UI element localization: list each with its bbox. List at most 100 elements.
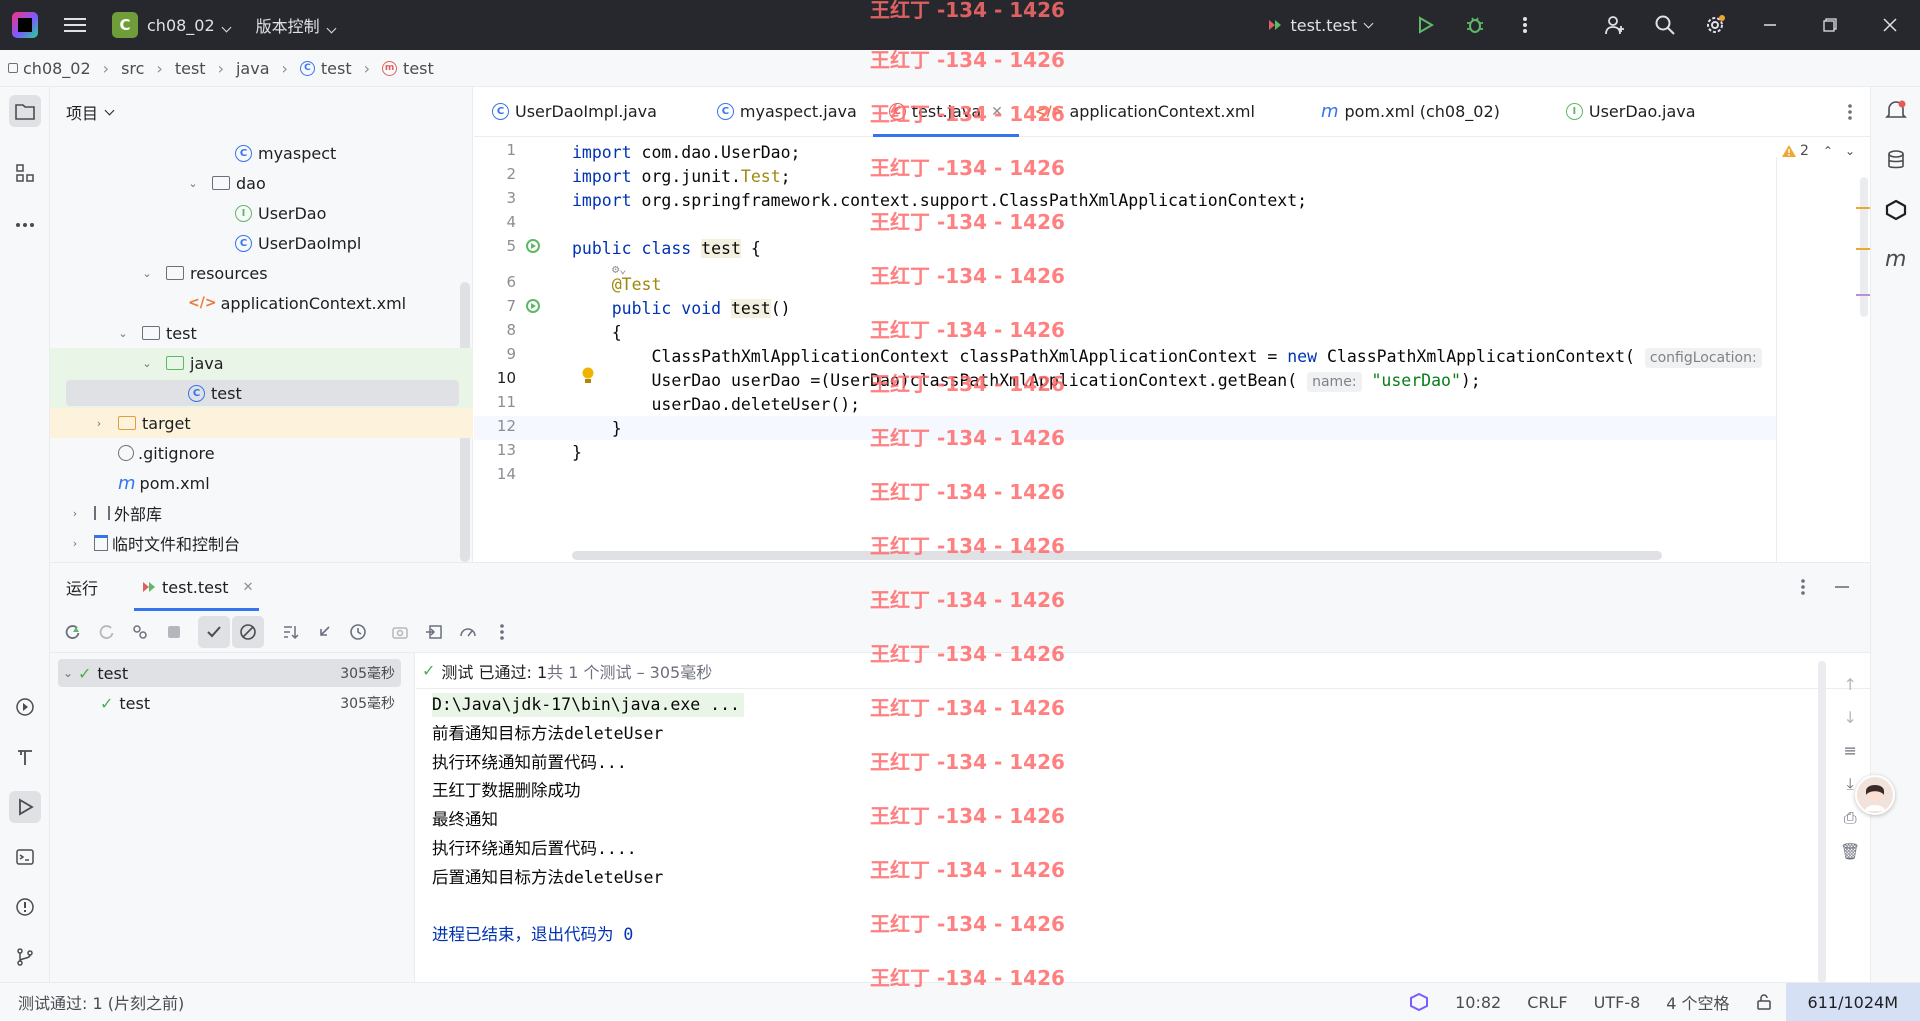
tab-myaspect[interactable]: Cmyaspect.java — [701, 87, 873, 137]
run-config-selector[interactable]: test.test — [1266, 16, 1374, 35]
tab-pom[interactable]: m pom.xml (ch08_02) — [1305, 87, 1516, 137]
tree-item[interactable]: › 外部库 — [50, 498, 473, 528]
breadcrumb-item[interactable]: test — [175, 59, 206, 78]
run-test-gutter-icon[interactable] — [524, 237, 544, 257]
file-encoding[interactable]: UTF-8 — [1594, 993, 1641, 1012]
debug-icon[interactable] — [1450, 0, 1500, 50]
breadcrumb-item[interactable]: test — [321, 59, 352, 78]
clear-all-icon[interactable]: 🗑 — [1840, 842, 1860, 861]
editor-scrollbar[interactable] — [1860, 177, 1868, 317]
indent-setting[interactable]: 4 个空格 — [1666, 990, 1729, 1014]
chevron-down-icon[interactable]: ⌄ — [58, 666, 78, 680]
test-history-icon[interactable] — [342, 616, 374, 648]
hide-panel-icon[interactable] — [1834, 585, 1850, 589]
more-actions-icon[interactable] — [486, 616, 518, 648]
close-tab-icon[interactable]: ✕ — [243, 580, 254, 595]
status-message[interactable]: 测试通过: 1 (片刻之前) — [18, 990, 184, 1014]
more-tools-icon[interactable] — [9, 209, 41, 241]
print-icon[interactable]: ⎙ — [1844, 808, 1857, 828]
chevron-right-icon[interactable]: › — [68, 537, 82, 550]
tree-item[interactable]: ⌄ dao — [50, 168, 473, 198]
warning-stripe-mark[interactable] — [1856, 207, 1870, 209]
build-tool-icon[interactable] — [9, 741, 41, 773]
test-suite-row[interactable]: ⌄ ✓ test 305毫秒 — [58, 659, 401, 687]
project-badge[interactable]: C — [112, 12, 138, 38]
chevron-down-icon[interactable]: ⌄ — [186, 177, 200, 190]
project-switcher[interactable]: ch08_02 — [147, 16, 232, 35]
chevron-down-icon[interactable]: ⌄ — [116, 327, 130, 340]
project-panel-header[interactable]: 项目 — [50, 87, 472, 137]
show-ignored-icon[interactable] — [232, 615, 264, 648]
soft-wrap-icon[interactable]: ≡ — [1843, 741, 1856, 760]
import-tests-icon[interactable] — [418, 616, 450, 648]
tree-item[interactable]: Cmyaspect — [50, 138, 473, 168]
toggle-auto-test-icon[interactable] — [124, 616, 156, 648]
tree-item[interactable]: I UserDao — [50, 198, 473, 228]
tree-item[interactable]: </> applicationContext.xml — [50, 288, 473, 318]
breadcrumb-item[interactable]: test — [403, 59, 434, 78]
stop-icon[interactable] — [158, 616, 190, 648]
tree-item[interactable]: ⌄ java — [50, 348, 473, 378]
avatar[interactable] — [1855, 775, 1895, 815]
close-tab-icon[interactable]: ✕ — [991, 104, 1003, 120]
tree-item[interactable]: C UserDaoImpl — [50, 228, 473, 258]
run-tool-icon[interactable] — [9, 791, 41, 823]
tree-item[interactable]: ⌄ test — [50, 318, 473, 348]
warning-stripe-mark[interactable] — [1856, 248, 1870, 250]
tab-userdaoimpl[interactable]: C UserDaoImpl.java — [474, 87, 673, 137]
close-window-icon[interactable] — [1860, 0, 1920, 50]
add-user-icon[interactable] — [1590, 0, 1640, 50]
chevron-up-icon[interactable]: ⌃ — [1823, 144, 1833, 158]
terminal-tool-icon[interactable] — [9, 841, 41, 873]
test-case-row[interactable]: ✓ test 305毫秒 — [58, 689, 401, 717]
scroll-down-icon[interactable]: ↓ — [1843, 708, 1856, 727]
minimize-window-icon[interactable] — [1740, 0, 1800, 50]
git-tool-icon[interactable] — [9, 941, 41, 973]
scroll-to-end-icon[interactable]: ⤓ — [1847, 774, 1854, 794]
caret-position[interactable]: 10:82 — [1455, 993, 1501, 1012]
console-scrollbar[interactable] — [1818, 661, 1826, 983]
collapse-all-icon[interactable] — [308, 616, 340, 648]
sort-icon[interactable] — [274, 616, 306, 648]
maven-tool-icon[interactable]: m — [1885, 247, 1906, 272]
notifications-icon[interactable] — [1885, 99, 1907, 121]
chevron-down-icon[interactable]: ⌄ — [1845, 144, 1855, 158]
restore-window-icon[interactable] — [1800, 0, 1860, 50]
horizontal-scrollbar[interactable] — [572, 551, 1662, 560]
tree-item[interactable]: ⌄ resources — [50, 258, 473, 288]
rerun-failed-icon[interactable] — [90, 616, 122, 648]
chevron-down-icon[interactable]: ⌄ — [140, 267, 154, 280]
code-area[interactable]: import com.dao.UserDao; import org.junit… — [572, 137, 1772, 562]
inspection-widget[interactable]: 2 ⌃ ⌄ — [1781, 143, 1855, 159]
tab-applicationcontext[interactable]: </> applicationContext.xml — [1019, 87, 1271, 137]
run-options-icon[interactable] — [1800, 578, 1806, 596]
tree-item[interactable]: m pom.xml — [50, 468, 473, 498]
structure-tool-icon[interactable] — [9, 157, 41, 189]
run-test-gutter-icon[interactable] — [524, 297, 544, 317]
database-icon[interactable] — [1885, 149, 1907, 171]
run-icon[interactable] — [1400, 0, 1450, 50]
problems-tool-icon[interactable] — [9, 891, 41, 923]
console[interactable]: ✓ 测试 已通过: 1 共 1 个测试 – 305毫秒 D:\Java\jdk-… — [416, 653, 1870, 983]
ai-status-icon[interactable] — [1409, 992, 1429, 1012]
vcs-menu[interactable]: 版本控制 — [256, 13, 337, 37]
tree-item[interactable]: Ctest — [50, 378, 473, 408]
screenshot-icon[interactable] — [384, 616, 416, 648]
intellij-logo-icon[interactable] — [12, 12, 38, 38]
run-tab-test[interactable]: test.test ✕ — [134, 563, 260, 611]
main-menu-icon[interactable] — [64, 18, 86, 32]
chevron-right-icon[interactable]: › — [92, 417, 106, 430]
memory-indicator[interactable]: 611/1024M — [1785, 983, 1920, 1021]
search-icon[interactable] — [1640, 0, 1690, 50]
show-passed-icon[interactable] — [198, 615, 230, 648]
line-separator[interactable]: CRLF — [1527, 993, 1567, 1012]
unlock-icon[interactable] — [1756, 994, 1772, 1010]
breadcrumb-item[interactable]: src — [121, 59, 144, 78]
scroll-up-icon[interactable]: ↑ — [1843, 675, 1856, 694]
breadcrumb-item[interactable]: java — [236, 59, 270, 78]
more-actions-icon[interactable] — [1500, 0, 1550, 50]
tree-item[interactable]: .gitignore — [50, 438, 473, 468]
project-tool-icon[interactable] — [9, 95, 41, 127]
breadcrumb-item[interactable]: ch08_02 — [23, 59, 91, 78]
settings-gear-icon[interactable] — [1690, 0, 1740, 50]
